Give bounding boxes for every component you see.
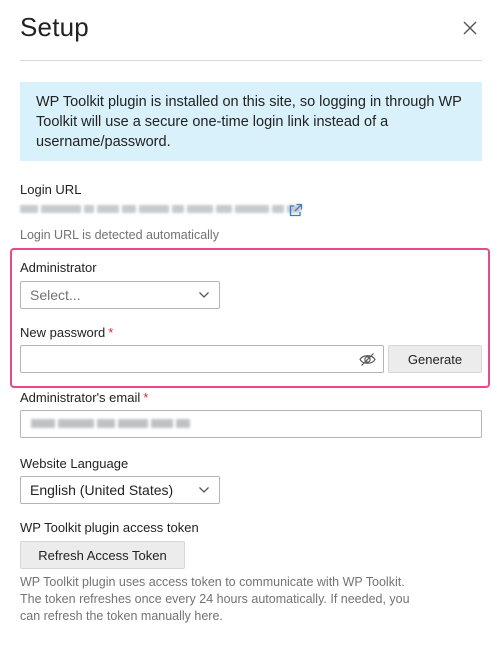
administrator-select-value: Select... (30, 287, 81, 303)
admin-email-value-redacted (31, 419, 190, 428)
access-token-hint: WP Toolkit plugin uses access token to c… (20, 575, 410, 623)
administrator-select[interactable]: Select... (20, 281, 220, 309)
close-icon[interactable] (459, 17, 481, 39)
required-mark: * (108, 325, 114, 340)
admin-email-label: Administrator's email * (20, 390, 148, 405)
login-url-label: Login URL (20, 182, 82, 197)
admin-email-label-text: Administrator's email (20, 390, 141, 405)
chevron-down-icon (199, 292, 209, 298)
chevron-down-icon (199, 487, 209, 493)
header-divider (20, 60, 482, 61)
generate-button[interactable]: Generate (388, 345, 482, 373)
new-password-label: New password * (20, 325, 113, 340)
new-password-input[interactable] (20, 345, 384, 373)
login-url-hint: Login URL is detected automatically (20, 228, 219, 242)
new-password-label-text: New password (20, 325, 106, 340)
info-message: WP Toolkit plugin is installed on this s… (20, 82, 482, 161)
page-title: Setup (20, 12, 89, 42)
administrator-label: Administrator (20, 260, 97, 275)
refresh-access-token-button[interactable]: Refresh Access Token (20, 541, 185, 569)
website-language-select-value: English (United States) (30, 482, 174, 498)
login-url-value-redacted (20, 205, 301, 213)
eye-slash-icon[interactable] (359, 352, 376, 367)
required-mark: * (143, 390, 149, 405)
website-language-label: Website Language (20, 456, 129, 471)
access-token-label: WP Toolkit plugin access token (20, 520, 199, 535)
website-language-select[interactable]: English (United States) (20, 476, 220, 504)
external-link-icon[interactable] (288, 203, 303, 218)
